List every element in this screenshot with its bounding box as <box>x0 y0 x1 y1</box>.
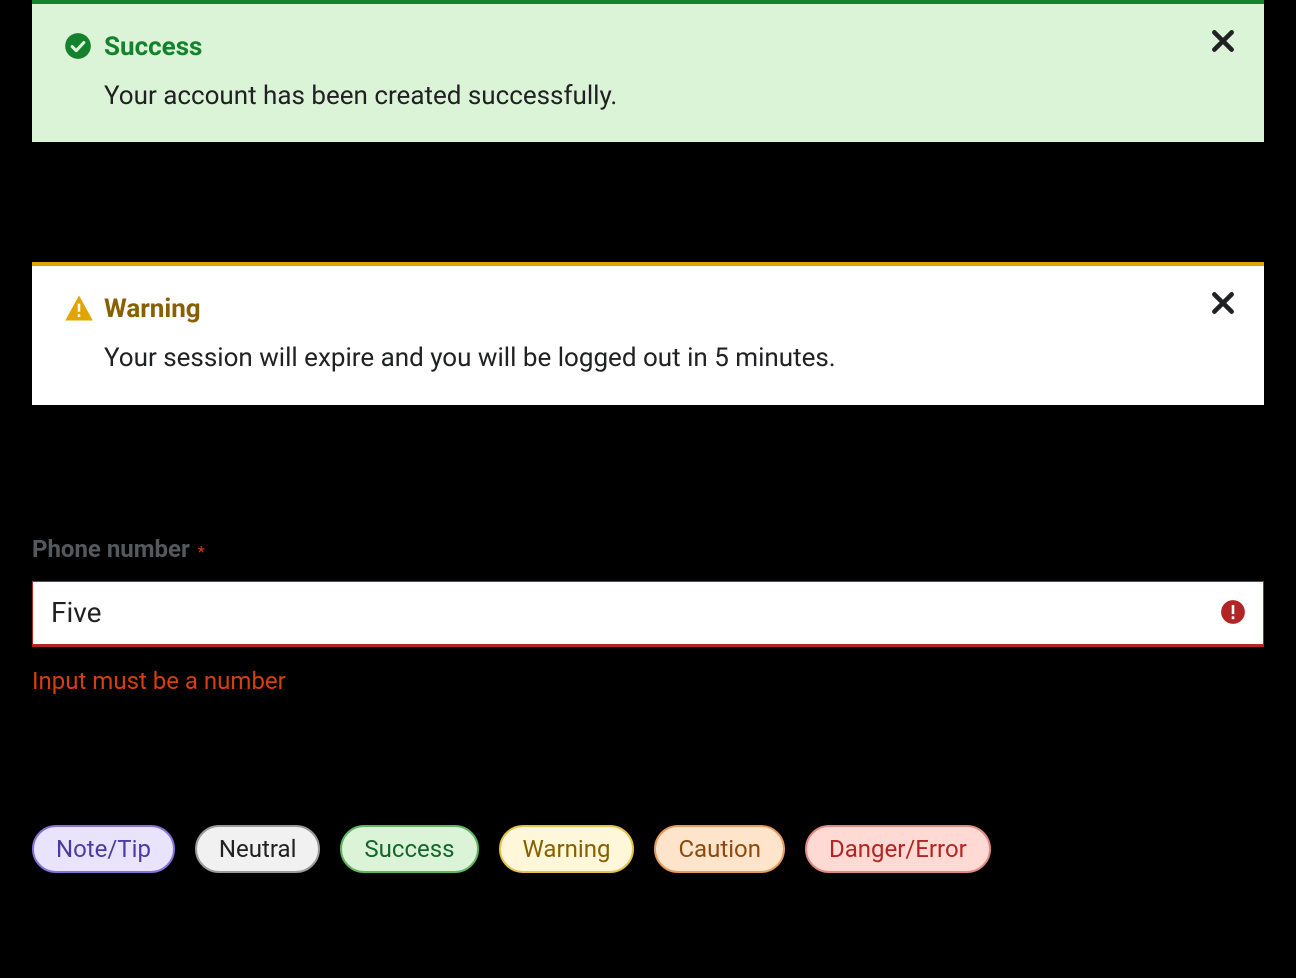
phone-number-input[interactable] <box>32 581 1264 647</box>
close-icon <box>1210 290 1236 316</box>
pill-caution[interactable]: Caution <box>654 825 785 873</box>
success-alert-title: Success <box>104 32 1200 62</box>
check-circle-icon <box>64 32 92 64</box>
field-error-message: Input must be a number <box>32 667 1264 695</box>
warning-triangle-icon <box>64 294 94 326</box>
pill-success[interactable]: Success <box>340 825 478 873</box>
field-label: Phone number <box>32 535 190 563</box>
warning-alert: Warning Your session will expire and you… <box>32 262 1264 404</box>
error-circle-icon <box>1220 599 1246 629</box>
warning-alert-body: Your session will expire and you will be… <box>104 340 1200 376</box>
success-alert: Success Your account has been created su… <box>32 0 1264 142</box>
required-indicator: * <box>198 542 205 561</box>
warning-alert-title: Warning <box>104 294 1200 324</box>
phone-number-field: Phone number * Input must be a number <box>32 535 1264 695</box>
close-icon <box>1210 28 1236 54</box>
close-button[interactable] <box>1210 290 1236 320</box>
success-alert-body: Your account has been created successful… <box>104 78 1200 114</box>
pill-note[interactable]: Note/Tip <box>32 825 175 873</box>
pill-warning[interactable]: Warning <box>499 825 635 873</box>
status-pill-row: Note/Tip Neutral Success Warning Caution… <box>32 825 1264 893</box>
close-button[interactable] <box>1210 28 1236 58</box>
pill-danger[interactable]: Danger/Error <box>805 825 991 873</box>
pill-neutral[interactable]: Neutral <box>195 825 320 873</box>
